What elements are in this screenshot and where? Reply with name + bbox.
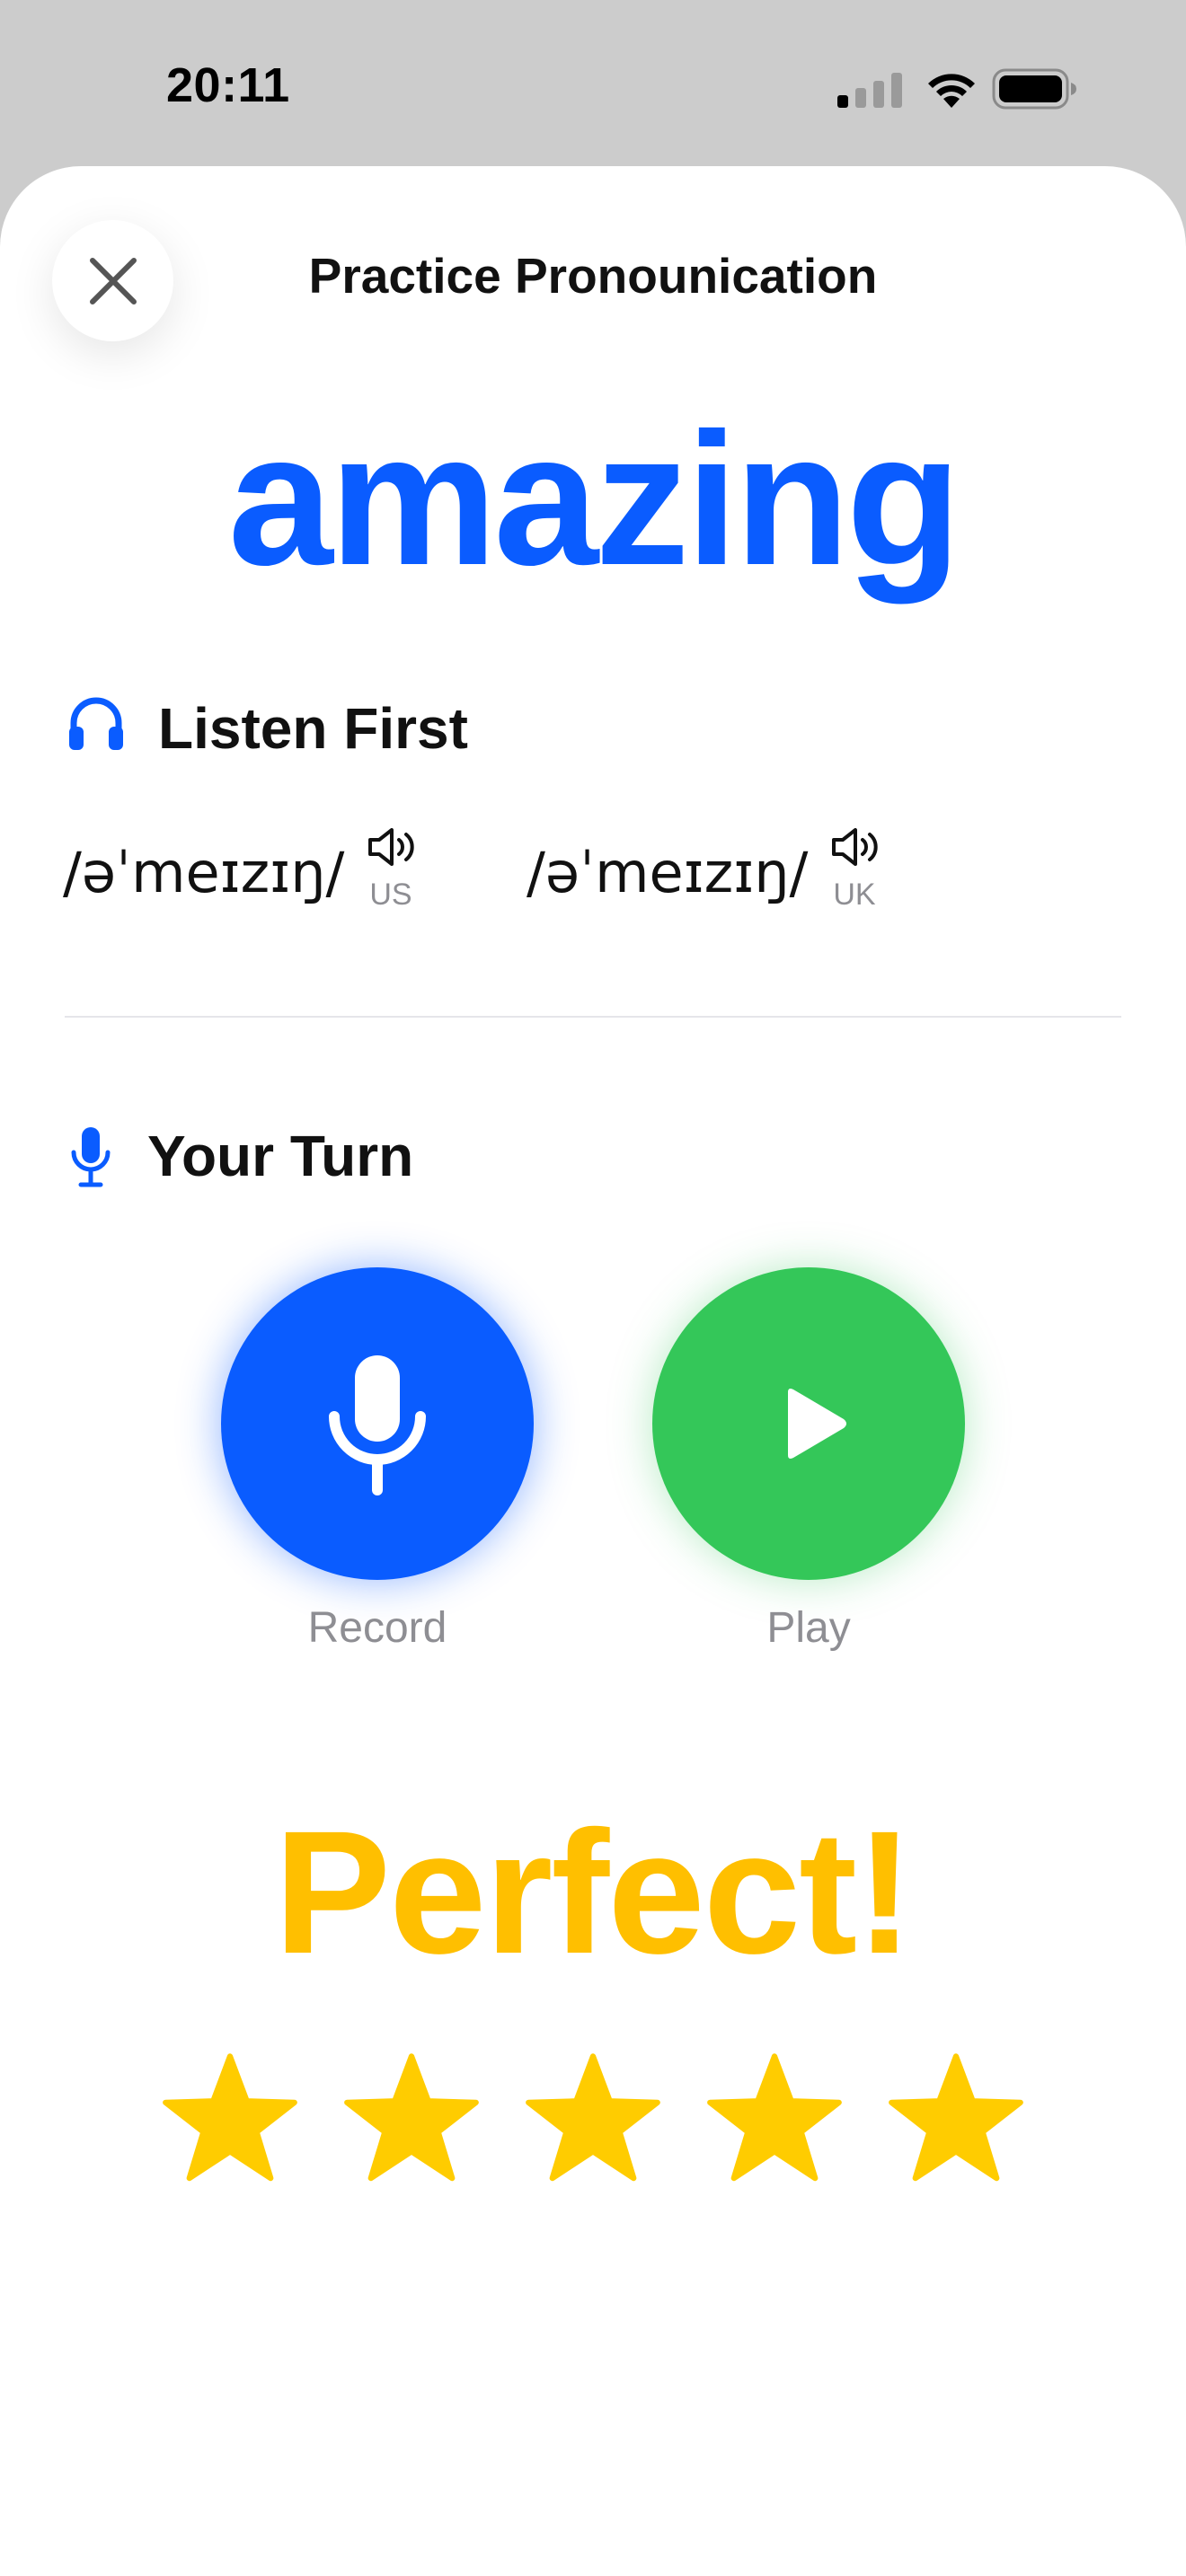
status-time: 20:11	[166, 58, 290, 112]
uk-accent-label: UK	[833, 878, 876, 912]
headphones-icon	[69, 697, 123, 750]
play-label: Play	[766, 1604, 851, 1652]
page-title: Practice Pronounication	[308, 248, 878, 304]
battery-icon	[992, 68, 1076, 110]
cellular-signal-icon	[837, 73, 902, 108]
star-icon	[707, 2053, 842, 2182]
uk-phonetic: /əˈmeɪzɪŋ/	[527, 840, 809, 905]
wifi-icon	[928, 74, 975, 108]
result-text: Perfect!	[273, 1795, 914, 1990]
speaker-icon[interactable]	[830, 826, 882, 868]
record-button[interactable]	[221, 1267, 534, 1580]
us-accent-label: US	[369, 878, 412, 912]
your-turn-title: Your Turn	[147, 1124, 414, 1188]
speaker-icon[interactable]	[367, 826, 419, 868]
status-bar: 20:11	[0, 0, 1186, 166]
divider	[65, 1016, 1121, 1018]
star-icon	[526, 2053, 660, 2182]
pronunciation-sheet: Practice Pronounication amazing Listen F…	[0, 166, 1186, 2576]
star-icon	[344, 2053, 479, 2182]
record-label: Record	[307, 1604, 447, 1652]
star-icon	[163, 2053, 297, 2182]
star-icon	[889, 2053, 1023, 2182]
listen-first-title: Listen First	[158, 696, 468, 761]
microphone-icon	[329, 1355, 426, 1495]
star-rating	[0, 2051, 1186, 2185]
microphone-icon	[71, 1127, 111, 1187]
us-phonetic: /əˈmeɪzɪŋ/	[63, 840, 345, 905]
play-icon	[788, 1389, 846, 1459]
play-button[interactable]	[652, 1267, 965, 1580]
practice-word: amazing	[227, 393, 961, 604]
